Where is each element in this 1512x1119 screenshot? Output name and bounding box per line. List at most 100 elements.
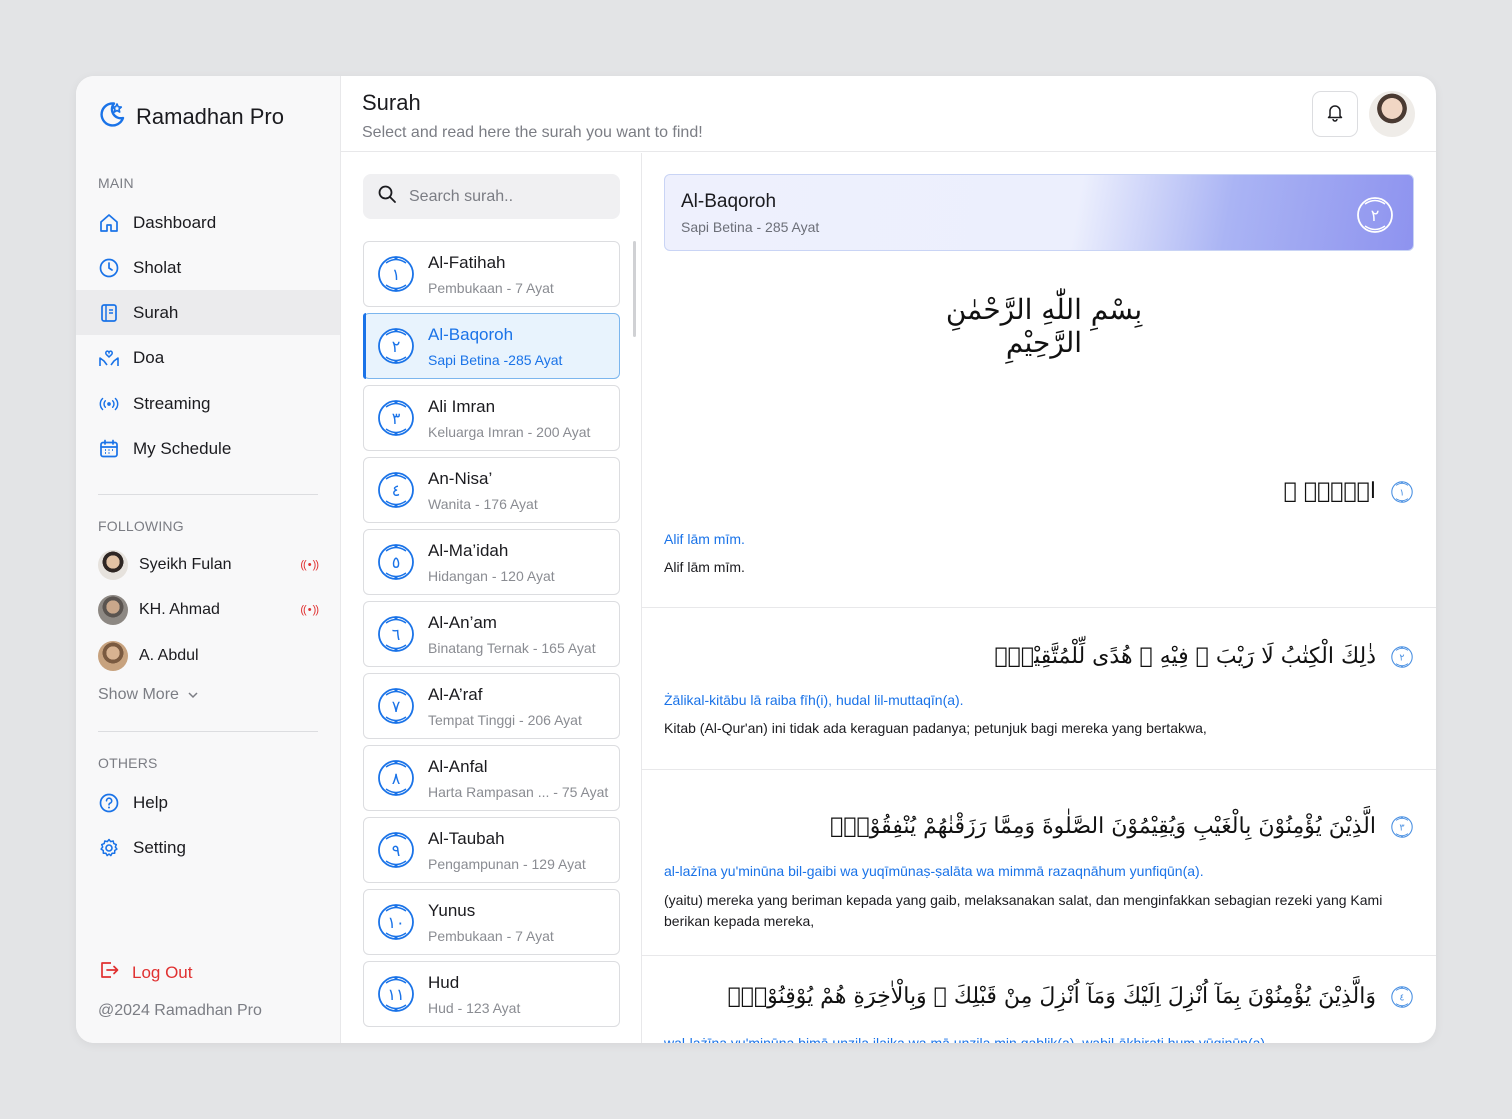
surah-card[interactable]: ٩ Al-Taubah Pengampunan - 129 Ayat [363,817,620,883]
surah-info: Hud Hud - 123 Ayat [428,973,520,1016]
surah-banner: Al-Baqoroh Sapi Betina - 285 Ayat ٢ [664,174,1414,251]
badge-number: ٨ [392,769,401,788]
surah-number-badge: ٧ [376,686,416,726]
search-input[interactable] [409,187,609,206]
surah-number-badge: ١٠ [376,902,416,942]
sidebar-item-my-schedule[interactable]: My Schedule [76,426,340,471]
scrollbar[interactable] [633,241,636,337]
surah-card[interactable]: ٤ An-Nisa’ Wanita - 176 Ayat [363,457,620,523]
notification-button[interactable] [1312,91,1358,137]
surah-meta: Hud - 123 Ayat [428,999,521,1016]
avatar [98,641,128,671]
surah-card[interactable]: ٢ Al-Baqoroh Sapi Betina -285 Ayat [363,313,620,379]
book-icon [98,302,120,324]
badge-number: ٥ [392,553,401,572]
surah-info: Al-Fatihah Pembukaan - 7 Ayat [428,253,554,296]
surah-name: Al-Fatihah [428,252,506,272]
badge-number: ٢ [392,337,401,356]
page-subtitle: Select and read here the surah you want … [362,124,703,141]
sidebar-item-label: Streaming [133,393,211,413]
surah-number-badge: ٥ [376,542,416,582]
divider [98,494,318,495]
sidebar-item-label: Dashboard [133,212,217,232]
sidebar-item-dashboard[interactable]: Dashboard [76,200,340,245]
badge-number: ٤ [392,481,401,500]
surah-number-badge: ٢ [1355,195,1395,235]
broadcast-icon [98,393,120,415]
avatar [98,595,128,625]
surah-name: Al-An’am [428,612,497,632]
ayah-latin: Alif lām mīm. [664,531,745,547]
following-item-syeikh-fulan[interactable]: Syeikh Fulan (( • )) [98,549,319,581]
surah-name: Al-Taubah [428,828,505,848]
reader-pane: Al-Baqoroh Sapi Betina - 285 Ayat ٢ بِسْ… [642,153,1436,1043]
surah-name: Hud [428,972,460,992]
ayah-latin: wal-lażīna yu'minūna bimā unzila ilaika … [664,1035,1269,1043]
ayah-item[interactable]: الۤمّۤ ۚ ١ Alif lām mīm. Alif lām mīm. [642,355,1436,608]
surah-card[interactable]: ١٠ Yunus Pembukaan - 7 Ayat [363,889,620,955]
sidebar-item-setting[interactable]: Setting [76,825,340,870]
gear-icon [98,837,120,859]
following-item-a-abdul[interactable]: A. Abdul [98,640,318,672]
badge-number: ٩ [392,841,401,860]
surah-card[interactable]: ٧ Al-A’raf Tempat Tinggi - 206 Ayat [363,673,620,739]
following-name: KH. Ahmad [139,601,220,618]
ayah-number-badge: ٢ [1390,645,1414,669]
surah-name: Al-Ma’idah [428,540,509,560]
ayah-translation: Kitab (Al-Qur'an) ini tidak ada keraguan… [664,720,1207,736]
badge-number: ٣ [1399,822,1404,833]
ayah-arabic-row: الَّذِيْنَ يُؤْمِنُوْنَ بِالْغَيْبِ وَيُ… [830,814,1414,839]
sidebar-item-label: Help [133,792,168,812]
ayah-item[interactable]: الَّذِيْنَ يُؤْمِنُوْنَ بِالْغَيْبِ وَيُ… [642,770,1436,956]
surah-card[interactable]: ٨ Al-Anfal Harta Rampasan ... - 75 Ayat [363,745,620,811]
surah-info: Al-Anfal Harta Rampasan ... - 75 Ayat [428,757,608,800]
header: Surah Select and read here the surah you… [341,76,1436,152]
sidebar-item-streaming[interactable]: Streaming [76,381,340,426]
surah-card[interactable]: ٥ Al-Ma’idah Hidangan - 120 Ayat [363,529,620,595]
logout-button[interactable]: Log Out [98,959,193,986]
ayah-arabic: ذٰلِكَ الْكِتٰبُ لَا رَيْبَ ۛ فِيْهِ ۛ ه… [994,644,1376,669]
section-label-main: MAIN [98,175,134,191]
sidebar-item-help[interactable]: Help [76,780,340,825]
surah-card[interactable]: ٦ Al-An’am Binatang Ternak - 165 Ayat [363,601,620,667]
surah-card[interactable]: ٣ Ali Imran Keluarga Imran - 200 Ayat [363,385,620,451]
surah-meta: Pengampunan - 129 Ayat [428,855,586,872]
surah-name: Al-Baqoroh [428,324,514,344]
brand[interactable]: Ramadhan Pro [98,100,284,133]
user-avatar[interactable] [1369,91,1415,137]
badge-number: ٣ [392,409,401,428]
following-item-kh-ahmad[interactable]: KH. Ahmad (( • )) [98,594,319,626]
logout-label: Log Out [132,962,193,982]
surah-number-badge: ٤ [376,470,416,510]
search-box[interactable] [363,174,620,219]
surah-meta: Tempat Tinggi - 206 Ayat [428,711,582,728]
surah-card[interactable]: ١ Al-Fatihah Pembukaan - 7 Ayat [363,241,620,307]
surah-info: Al-A’raf Tempat Tinggi - 206 Ayat [428,685,582,728]
sidebar-item-doa[interactable]: Doa [76,335,340,380]
sidebar-item-sholat[interactable]: Sholat [76,245,340,290]
ayah-latin: Żālikal-kitābu lā raiba fīh(i), hudal li… [664,692,964,708]
ayah-item[interactable]: ذٰلِكَ الْكِتٰبُ لَا رَيْبَ ۛ فِيْهِ ۛ ه… [642,608,1436,770]
banner-surah-meta: Sapi Betina - 285 Ayat [681,219,820,235]
following-name: A. Abdul [139,647,199,664]
sidebar-item-label: Surah [133,302,179,322]
badge-number: ٧ [392,697,401,716]
surah-meta: Harta Rampasan ... - 75 Ayat [428,783,609,800]
surah-number-badge: ٦ [376,614,416,654]
surah-meta: Sapi Betina -285 Ayat [428,351,563,368]
surah-meta: Keluarga Imran - 200 Ayat [428,423,591,440]
sidebar-item-surah[interactable]: Surah [76,290,340,335]
surah-meta: Pembukaan - 7 Ayat [428,927,554,944]
divider [98,731,318,732]
ayah-number-badge: ١ [1390,480,1414,504]
brand-name: Ramadhan Pro [136,103,284,129]
show-more-button[interactable]: Show More [98,686,199,704]
surah-card[interactable]: ١١ Hud Hud - 123 Ayat [363,961,620,1027]
crescent-star-logo-icon [98,100,126,133]
sidebar-item-label: My Schedule [133,438,232,458]
ayah-item[interactable]: وَالَّذِيْنَ يُؤْمِنُوْنَ بِمَآ اُنْزِلَ… [642,956,1436,1043]
ayah-arabic-row: وَالَّذِيْنَ يُؤْمِنُوْنَ بِمَآ اُنْزِلَ… [728,984,1414,1009]
ayah-arabic: الَّذِيْنَ يُؤْمِنُوْنَ بِالْغَيْبِ وَيُ… [830,814,1376,839]
surah-meta: Pembukaan - 7 Ayat [428,279,554,296]
live-broadcast-icon: (( • )) [300,559,319,571]
